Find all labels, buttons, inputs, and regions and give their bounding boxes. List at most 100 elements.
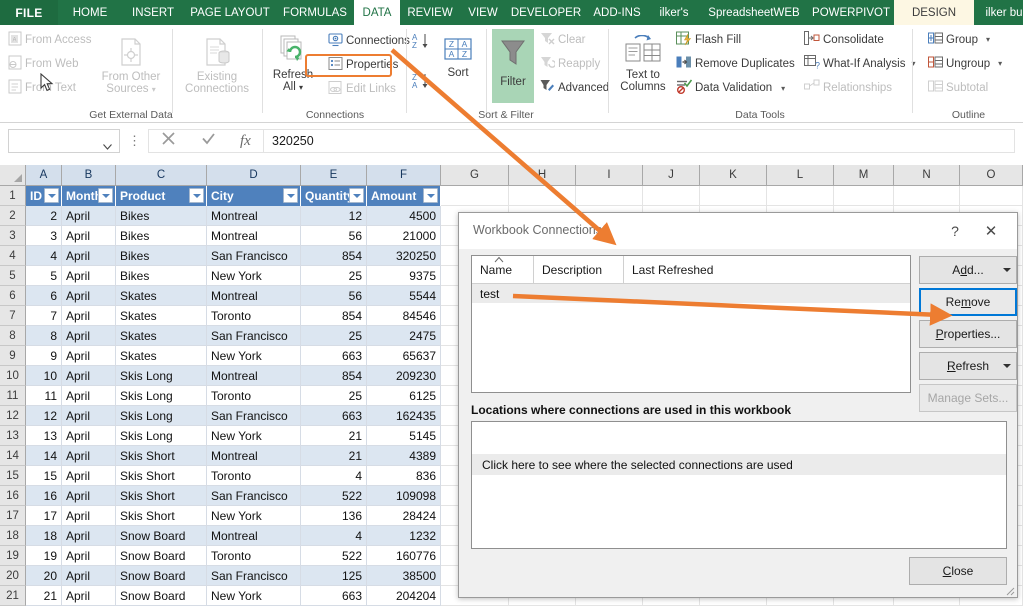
cell-id-9[interactable]: 9 — [26, 346, 62, 366]
cell-id-13[interactable]: 13 — [26, 426, 62, 446]
cell-amount-16[interactable]: 109098 — [367, 486, 441, 506]
row-header-9[interactable]: 9 — [0, 346, 26, 366]
cell-city-20[interactable]: San Francisco — [207, 566, 301, 586]
cell-amount-3[interactable]: 21000 — [367, 226, 441, 246]
column-header-c[interactable]: C — [116, 165, 207, 186]
cell-month-21[interactable]: April — [62, 586, 116, 606]
row-header-5[interactable]: 5 — [0, 266, 26, 286]
row-header-18[interactable]: 18 — [0, 526, 26, 546]
cell-product-19[interactable]: Snow Board — [116, 546, 207, 566]
cell-month-8[interactable]: April — [62, 326, 116, 346]
cell-month-5[interactable]: April — [62, 266, 116, 286]
consolidate-button[interactable]: Consolidate — [804, 31, 884, 48]
cell-amount-7[interactable]: 84546 — [367, 306, 441, 326]
column-header-j[interactable]: J — [643, 165, 700, 186]
enter-icon[interactable] — [201, 131, 216, 151]
filter-dropdown-city[interactable] — [283, 188, 298, 203]
column-header-h[interactable]: H — [509, 165, 576, 186]
cell-quantity-20[interactable]: 125 — [301, 566, 367, 586]
cell-amount-18[interactable]: 1232 — [367, 526, 441, 546]
column-header-o[interactable]: O — [960, 165, 1023, 186]
cell-quantity-12[interactable]: 663 — [301, 406, 367, 426]
column-header-description[interactable]: Description — [534, 256, 624, 283]
column-header-f[interactable]: F — [367, 165, 441, 186]
filter-dropdown-id[interactable] — [44, 188, 59, 203]
cell-id-12[interactable]: 12 — [26, 406, 62, 426]
column-header-name[interactable]: Name — [472, 256, 534, 283]
row-header-11[interactable]: 11 — [0, 386, 26, 406]
sort-descending-button[interactable]: ZA — [412, 71, 430, 91]
row-header-15[interactable]: 15 — [0, 466, 26, 486]
locations-hint-row[interactable]: Click here to see where the selected con… — [472, 454, 1006, 475]
cell-product-4[interactable]: Bikes — [116, 246, 207, 266]
from-web-button[interactable]: From Web — [8, 55, 78, 73]
row-header-12[interactable]: 12 — [0, 406, 26, 426]
close-icon[interactable]: ✕ — [977, 220, 1005, 242]
cell-id-18[interactable]: 18 — [26, 526, 62, 546]
cell-id-14[interactable]: 14 — [26, 446, 62, 466]
cell-id-2[interactable]: 2 — [26, 206, 62, 226]
column-header-last-refreshed[interactable]: Last Refreshed — [624, 256, 910, 283]
cell-quantity-4[interactable]: 854 — [301, 246, 367, 266]
edit-links-button[interactable]: Edit Links — [328, 80, 396, 98]
row-header-2[interactable]: 2 — [0, 206, 26, 226]
filter-dropdown-product[interactable] — [189, 188, 204, 203]
cell-city-6[interactable]: Montreal — [207, 286, 301, 306]
insert-function-icon[interactable]: fx — [240, 133, 251, 150]
from-other-sources-button[interactable]: From Other Sources ▾ — [96, 37, 166, 97]
name-box[interactable] — [8, 129, 120, 153]
cell-product-2[interactable]: Bikes — [116, 206, 207, 226]
column-header-n[interactable]: N — [894, 165, 960, 186]
manage-sets-button[interactable]: Manage Sets... — [919, 384, 1017, 412]
cell-amount-17[interactable]: 28424 — [367, 506, 441, 526]
row-header-17[interactable]: 17 — [0, 506, 26, 526]
column-header-d[interactable]: D — [207, 165, 301, 186]
chevron-down-icon[interactable] — [1003, 268, 1011, 272]
cell-product-10[interactable]: Skis Long — [116, 366, 207, 386]
cell-month-11[interactable]: April — [62, 386, 116, 406]
cell-product-12[interactable]: Skis Long — [116, 406, 207, 426]
clear-filter-button[interactable]: Clear — [540, 31, 585, 48]
cell-quantity-21[interactable]: 663 — [301, 586, 367, 606]
tab-ilker-bu[interactable]: ilker bu — [974, 0, 1023, 25]
column-header-e[interactable]: E — [301, 165, 367, 186]
tab-data[interactable]: DATA — [354, 0, 400, 25]
row-header-20[interactable]: 20 — [0, 566, 26, 586]
cell-quantity-19[interactable]: 522 — [301, 546, 367, 566]
cell-empty[interactable] — [509, 186, 576, 206]
chevron-down-icon[interactable] — [103, 139, 112, 153]
cancel-icon[interactable] — [161, 131, 176, 151]
name-box-resize-handle[interactable]: ⋮ — [128, 133, 141, 149]
row-header-6[interactable]: 6 — [0, 286, 26, 306]
locations-list-box[interactable]: Click here to see where the selected con… — [471, 421, 1007, 549]
cell-product-14[interactable]: Skis Short — [116, 446, 207, 466]
row-header-7[interactable]: 7 — [0, 306, 26, 326]
advanced-filter-button[interactable]: Advanced — [540, 79, 609, 96]
cell-quantity-7[interactable]: 854 — [301, 306, 367, 326]
cell-quantity-10[interactable]: 854 — [301, 366, 367, 386]
row-header-8[interactable]: 8 — [0, 326, 26, 346]
close-dialog-button[interactable]: Close — [909, 557, 1007, 585]
cell-city-7[interactable]: Toronto — [207, 306, 301, 326]
cell-quantity-9[interactable]: 663 — [301, 346, 367, 366]
cell-id-7[interactable]: 7 — [26, 306, 62, 326]
chevron-down-icon[interactable]: ▾ — [998, 59, 1002, 68]
column-header-m[interactable]: M — [834, 165, 894, 186]
cell-quantity-17[interactable]: 136 — [301, 506, 367, 526]
column-header-k[interactable]: K — [700, 165, 767, 186]
cell-city-11[interactable]: Toronto — [207, 386, 301, 406]
cell-city-4[interactable]: San Francisco — [207, 246, 301, 266]
chevron-down-icon[interactable]: ▾ — [986, 35, 990, 44]
cell-city-14[interactable]: Montreal — [207, 446, 301, 466]
group-button[interactable]: Group ▾ — [928, 31, 990, 48]
cell-id-16[interactable]: 16 — [26, 486, 62, 506]
tab-design[interactable]: DESIGN — [894, 0, 974, 25]
cell-month-6[interactable]: April — [62, 286, 116, 306]
cell-empty[interactable] — [643, 186, 700, 206]
row-header-10[interactable]: 10 — [0, 366, 26, 386]
cell-city-13[interactable]: New York — [207, 426, 301, 446]
cell-month-16[interactable]: April — [62, 486, 116, 506]
connections-list-view[interactable]: Name Description Last Refreshed test — [471, 255, 911, 393]
cell-city-15[interactable]: Toronto — [207, 466, 301, 486]
row-header-21[interactable]: 21 — [0, 586, 26, 606]
